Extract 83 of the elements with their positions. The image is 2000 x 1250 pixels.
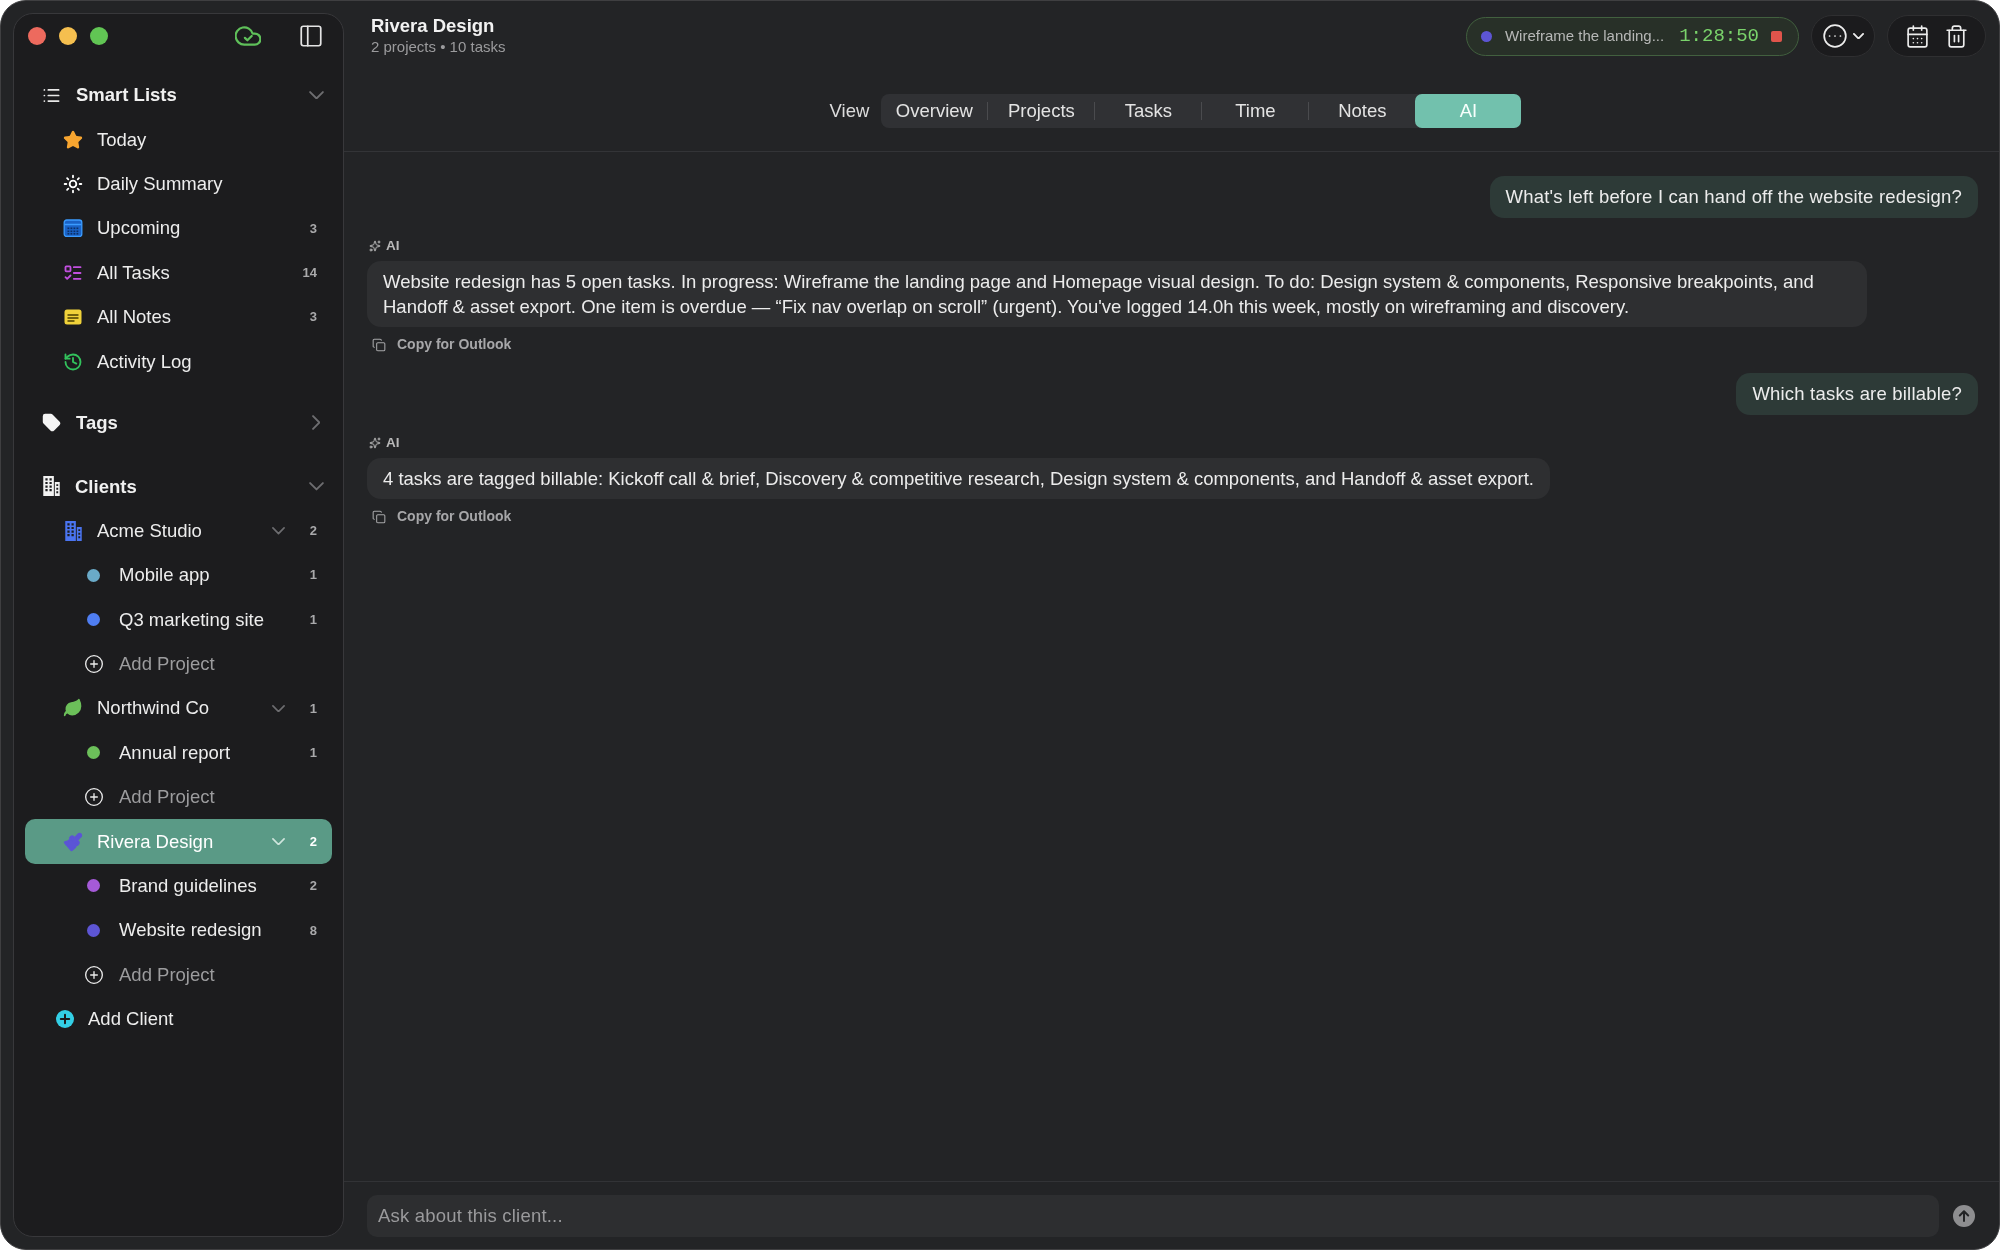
item-count: 3 — [309, 308, 317, 327]
send-icon — [1953, 1205, 1975, 1227]
leaf-icon — [63, 698, 83, 719]
plus-circle-icon — [84, 787, 104, 808]
copy-icon — [372, 509, 386, 524]
sparkle-icon — [369, 240, 381, 252]
calendar-icon — [63, 218, 83, 239]
item-count: 2 — [309, 832, 317, 851]
view-tab[interactable]: Time — [1202, 94, 1309, 128]
client-title: Rivera Design — [371, 15, 496, 37]
view-tab[interactable]: Projects — [988, 94, 1095, 128]
sidebar-item[interactable]: Today — [25, 117, 332, 162]
calendar-icon[interactable] — [1904, 23, 1930, 49]
plus-circle-icon — [84, 653, 104, 674]
timer-pill[interactable]: Wireframe the landing... 1:28:50 — [1465, 16, 1799, 56]
send-button[interactable] — [1953, 1205, 1975, 1227]
copy-button[interactable]: Copy for Outlook — [372, 334, 512, 355]
item-count: 2 — [309, 877, 317, 896]
sparkle-icon — [369, 437, 381, 449]
sun-icon — [63, 173, 83, 194]
star-icon — [63, 129, 83, 150]
item-count: 14 — [302, 264, 317, 282]
project-item[interactable]: Website redesign 8 — [25, 908, 332, 953]
paintbrush-icon — [63, 831, 83, 852]
checklist-icon — [63, 262, 83, 283]
sidebar-item[interactable]: Daily Summary — [25, 161, 332, 207]
building-icon — [64, 520, 82, 541]
sender-label: AI — [386, 433, 400, 452]
client-item[interactable]: Northwind Co 1 — [25, 686, 332, 731]
project-item[interactable]: Brand guidelines 2 — [25, 863, 332, 909]
stop-icon[interactable] — [1771, 30, 1782, 42]
ai-message: 4 tasks are tagged billable: Kickoff call & brief, Discovery & competitive research, Design system & components, and Handoff & asset export. — [367, 458, 1550, 499]
zoom-button[interactable] — [90, 27, 108, 45]
item-count: 8 — [309, 921, 317, 940]
sender-label: AI — [386, 236, 400, 255]
view-tab[interactable]: Overview — [881, 94, 988, 128]
minimize-button[interactable] — [59, 27, 77, 45]
section-header[interactable]: Smart Lists — [25, 73, 332, 118]
item-count: 2 — [309, 522, 317, 541]
timer-elapsed: 1:28:50 — [1679, 23, 1759, 49]
view-tab[interactable]: Notes — [1309, 94, 1416, 128]
note-icon — [63, 307, 83, 328]
sidebar-toggle-icon[interactable] — [298, 23, 324, 49]
view-label: View — [829, 99, 870, 124]
copy-icon — [372, 337, 386, 352]
add-client-item[interactable]: Add Client — [25, 996, 332, 1042]
sidebar-item[interactable]: Activity Log — [25, 339, 332, 384]
sidebar-item[interactable]: Upcoming 3 — [25, 206, 332, 251]
section-header[interactable]: Clients — [25, 464, 332, 509]
close-button[interactable] — [28, 27, 46, 45]
more-icon — [1822, 23, 1848, 49]
client-summary: 2 projects • 10 tasks — [371, 38, 506, 56]
timer-task: Wireframe the landing... — [1504, 25, 1665, 46]
project-item[interactable]: Mobile app 1 — [25, 553, 332, 598]
message-input[interactable]: Ask about this client... — [367, 1195, 1939, 1237]
trash-icon[interactable] — [1943, 23, 1969, 49]
add-project-item[interactable]: Add Project — [25, 952, 332, 997]
ai-message: Website redesign has 5 open tasks. In progress: Wireframe the landing page and Homepage visual design. To do: Design system & components, Responsive breakpoints, and Handoff & asset export. One item is overdue — “Fix nav overlap on scroll” (urgent). You've logged 14.0h this week, mostly on wireframing and discovery. — [367, 261, 1867, 327]
caret-icon — [1853, 32, 1864, 40]
building-icon — [43, 476, 60, 497]
item-count: 1 — [309, 744, 317, 762]
section-header[interactable]: Tags — [25, 400, 332, 445]
add-project-item[interactable]: Add Project — [25, 774, 332, 820]
sidebar-item[interactable]: All Notes 3 — [25, 294, 332, 340]
view-tab[interactable]: Tasks — [1095, 94, 1202, 128]
plus-circle-icon — [84, 964, 104, 985]
plus-circle-icon — [56, 1010, 74, 1029]
add-project-item[interactable]: Add Project — [25, 641, 332, 687]
cloud-check-icon[interactable] — [235, 26, 261, 46]
project-item[interactable]: Annual report 1 — [25, 730, 332, 775]
user-message: Which tasks are billable? — [1736, 373, 1978, 415]
sidebar-item[interactable]: All Tasks 14 — [25, 250, 332, 295]
history-icon — [63, 351, 83, 372]
copy-button[interactable]: Copy for Outlook — [372, 506, 512, 527]
item-count: 1 — [309, 699, 317, 718]
more-button[interactable] — [1811, 15, 1875, 57]
item-count: 1 — [309, 610, 317, 629]
project-item[interactable]: Q3 marketing site 1 — [25, 597, 332, 642]
client-item[interactable]: Acme Studio 2 — [25, 508, 332, 553]
tag-icon — [42, 412, 61, 432]
user-message: What's left before I can hand off the website redesign? — [1489, 176, 1978, 218]
item-count: 1 — [309, 566, 317, 585]
item-count: 3 — [309, 219, 317, 238]
